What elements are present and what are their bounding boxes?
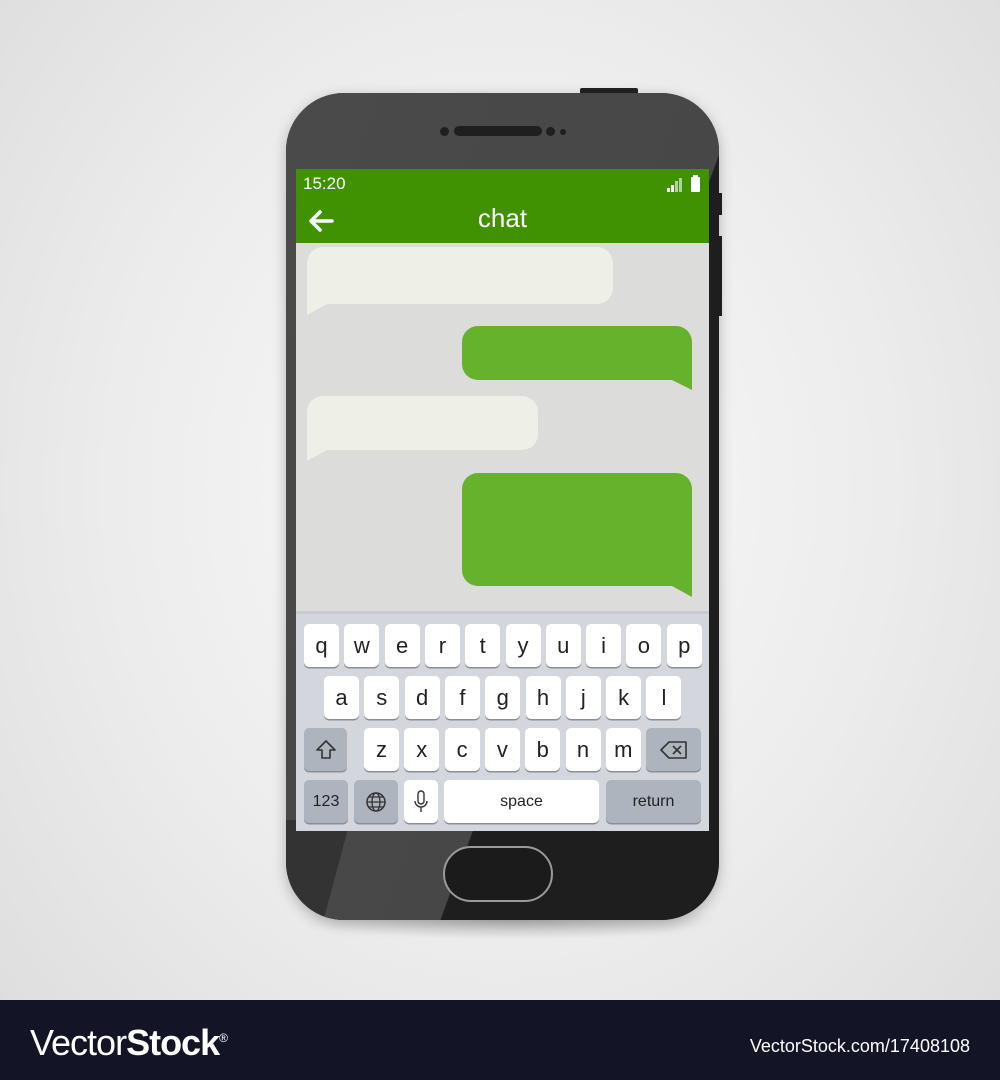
key-o[interactable]: o <box>626 624 662 667</box>
key-e[interactable]: e <box>384 624 420 667</box>
key-r[interactable]: r <box>424 624 460 667</box>
signal-icon <box>667 178 683 192</box>
home-button[interactable] <box>443 846 553 902</box>
app-title: chat <box>477 203 528 233</box>
battery-icon <box>691 175 700 192</box>
key-s[interactable]: s <box>364 676 400 719</box>
key-z[interactable]: z <box>364 728 399 771</box>
key-i[interactable]: i <box>586 624 622 667</box>
backspace-key[interactable] <box>646 728 701 771</box>
microphone-icon <box>414 789 428 812</box>
key-b[interactable]: b <box>525 728 561 771</box>
key-t[interactable]: t <box>465 624 501 667</box>
key-w[interactable]: w <box>344 624 380 667</box>
status-bar: 15:20 <box>296 169 709 199</box>
key-d[interactable]: d <box>404 676 440 719</box>
key-q[interactable]: q <box>304 624 339 667</box>
received-message-bubble[interactable] <box>307 396 538 462</box>
shift-key[interactable] <box>304 728 347 771</box>
key-g[interactable]: g <box>485 676 521 719</box>
app-bar: chat <box>296 199 709 243</box>
return-key[interactable]: return <box>606 780 701 823</box>
key-h[interactable]: h <box>525 676 561 719</box>
status-time: 15:20 <box>303 174 346 193</box>
key-v[interactable]: v <box>484 728 520 771</box>
earpiece-speaker <box>440 125 575 137</box>
on-screen-keyboard: qwertyuiop asdfghjkl zxcvbnm 123 space r… <box>296 611 709 831</box>
received-message-bubble[interactable] <box>307 247 613 317</box>
key-m[interactable]: m <box>605 728 641 771</box>
key-a[interactable]: a <box>324 676 359 719</box>
phone-screen: 15:20 chat qwertyuiop asdfghjkl zxc v b … <box>296 169 709 831</box>
key-j[interactable]: j <box>565 676 601 719</box>
key-f[interactable]: f <box>444 676 480 719</box>
key-k[interactable]: k <box>606 676 642 719</box>
key-c[interactable]: c <box>444 728 480 771</box>
key-u[interactable]: u <box>545 624 581 667</box>
vectorstock-logo: VectorStock® <box>30 1022 228 1063</box>
key-y[interactable]: y <box>505 624 541 667</box>
message-list <box>296 243 709 611</box>
key-x[interactable]: x <box>404 728 440 771</box>
key-n[interactable]: n <box>565 728 601 771</box>
shift-icon <box>315 739 336 759</box>
globe-icon <box>366 791 386 812</box>
watermark-url: VectorStock.com/17408108 <box>749 1036 970 1056</box>
space-key[interactable]: space <box>444 780 599 823</box>
key-p[interactable]: p <box>666 624 702 667</box>
sent-message-bubble[interactable] <box>462 326 692 391</box>
sent-message-bubble[interactable] <box>462 473 692 598</box>
front-camera <box>560 129 566 135</box>
microphone-key[interactable] <box>404 780 438 823</box>
watermark-bar: VectorStock® VectorStock.com/17408108 <box>0 1000 1000 1080</box>
key-l[interactable]: l <box>646 676 682 719</box>
backspace-icon <box>659 740 687 759</box>
numbers-key[interactable]: 123 <box>304 780 348 823</box>
globe-key[interactable] <box>354 780 398 823</box>
